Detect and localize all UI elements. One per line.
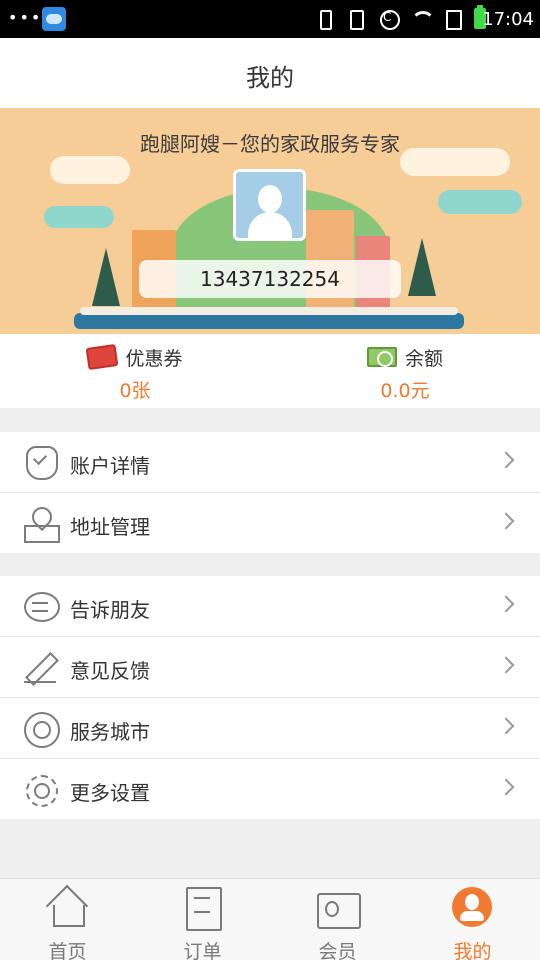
menu-label: 告诉朋友 [70, 598, 150, 622]
menu-label: 更多设置 [70, 781, 150, 805]
coupon-stat[interactable]: 优惠券 0张 [0, 344, 270, 403]
header: 我的 [0, 38, 540, 108]
balance-stat[interactable]: 余额 0.0元 [270, 344, 540, 403]
menu-item-service-city[interactable]: 服务城市 [0, 698, 540, 758]
coupon-value: 0张 [119, 380, 151, 402]
menu-item-address-management[interactable]: 地址管理 [0, 493, 540, 553]
chevron-right-icon [497, 451, 515, 469]
tab-label: 会员 [318, 941, 357, 960]
banner-ground [74, 307, 464, 329]
banner-cloud [50, 156, 130, 184]
tab-orders[interactable]: 订单 [135, 885, 270, 960]
status-bar: ••• 17:04 [0, 0, 540, 38]
member-card-icon [317, 887, 361, 929]
shield-check-icon [24, 446, 58, 480]
menu-label: 意见反馈 [70, 659, 150, 683]
banner-tree [408, 238, 436, 296]
menu-label: 服务城市 [70, 720, 150, 744]
money-icon [366, 347, 397, 367]
user-icon [452, 887, 492, 927]
chevron-right-icon [497, 512, 515, 530]
status-time: 17:04 [482, 9, 534, 30]
avatar-head [258, 185, 282, 213]
gear-icon [24, 773, 58, 807]
menu-item-more-settings[interactable]: 更多设置 [0, 759, 540, 819]
location-pin-icon [24, 507, 60, 543]
banner-teal-cloud [438, 190, 522, 214]
menu-item-account-details[interactable]: 账户详情 [0, 432, 540, 492]
tab-home[interactable]: 首页 [0, 885, 135, 960]
tab-label: 订单 [183, 941, 222, 960]
banner-slogan: 跑腿阿嫂－您的家政服务专家 [140, 132, 400, 156]
weather-app-icon [42, 7, 66, 31]
profile-banner: 跑腿阿嫂－您的家政服务专家 13437132254 [0, 108, 540, 334]
tab-mine[interactable]: 我的 [405, 885, 540, 960]
menu-item-tell-friends[interactable]: 告诉朋友 [0, 576, 540, 636]
chevron-right-icon [497, 717, 515, 735]
vibrate-icon [314, 8, 334, 30]
tab-label: 首页 [48, 941, 87, 960]
coupon-ticket-icon [86, 344, 119, 370]
menu-label: 地址管理 [70, 515, 150, 539]
menu-label: 账户详情 [70, 454, 150, 478]
user-phone: 13437132254 [139, 260, 401, 298]
chat-bubble-icon [24, 590, 60, 622]
coupon-label: 优惠券 [125, 347, 183, 370]
stats-bar: 优惠券 0张 余额 0.0元 [0, 334, 540, 408]
banner-tree [92, 248, 120, 306]
balance-label: 余额 [404, 347, 443, 370]
banner-teal-cloud [44, 206, 114, 228]
tab-label: 我的 [453, 941, 492, 960]
balance-value: 0.0元 [380, 380, 430, 402]
wifi-icon [410, 8, 435, 28]
circle-c-icon [378, 8, 400, 30]
bottom-tab-bar: 首页 订单 会员 我的 [0, 878, 540, 960]
target-circle-icon [24, 712, 60, 748]
status-dots: ••• [8, 8, 43, 27]
sim-icon [442, 8, 462, 30]
pen-icon [24, 651, 56, 683]
chevron-right-icon [497, 595, 515, 613]
chevron-right-icon [497, 778, 515, 796]
home-icon [47, 887, 87, 927]
order-list-icon [182, 887, 222, 931]
phone-mute-icon [346, 8, 366, 30]
page-title: 我的 [246, 64, 294, 92]
chevron-right-icon [497, 656, 515, 674]
avatar[interactable] [233, 169, 306, 241]
avatar-body [248, 212, 292, 238]
status-icons [314, 8, 462, 30]
tab-member[interactable]: 会员 [270, 885, 405, 960]
menu-item-feedback[interactable]: 意见反馈 [0, 637, 540, 697]
